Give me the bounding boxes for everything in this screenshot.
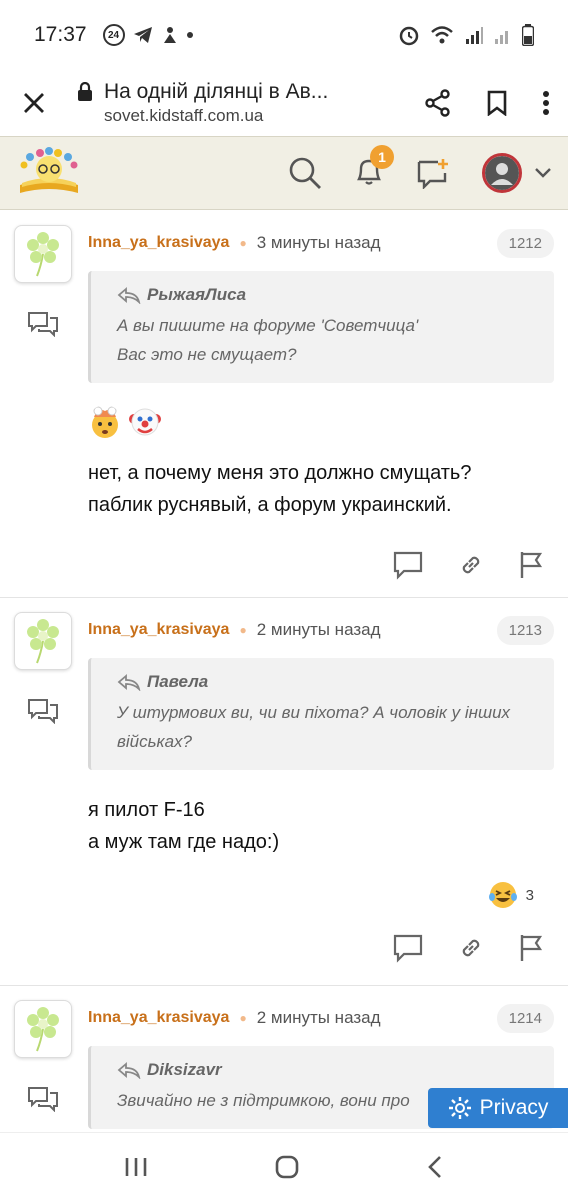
quote-block: Павела У штурмових ви, чи ви піхота? А ч… bbox=[88, 658, 554, 770]
gear-icon bbox=[448, 1097, 471, 1119]
post-time[interactable]: 3 минуты назад bbox=[257, 233, 381, 253]
notification-count-badge: 1 bbox=[370, 144, 394, 169]
status-time: 17:37 bbox=[34, 23, 87, 46]
quote-line: У штурмових ви, чи ви піхота? А чоловік … bbox=[117, 703, 511, 722]
post: Inna_ya_krasivaya ● 2 минуты назад 1213 … bbox=[0, 598, 568, 986]
post-line: паблик руснявый, а форум украинский. bbox=[88, 494, 452, 516]
post-line: я пилот F-16 bbox=[88, 799, 205, 821]
alarm-icon bbox=[399, 26, 419, 46]
app-icon bbox=[163, 27, 176, 43]
reply-icon[interactable] bbox=[392, 933, 424, 963]
flower-avatar-icon bbox=[27, 232, 59, 277]
badge-24-icon: 24 bbox=[102, 24, 125, 46]
post-time[interactable]: 2 минуты назад bbox=[257, 620, 381, 640]
flower-avatar-icon bbox=[27, 1007, 59, 1052]
conversation-icon[interactable] bbox=[27, 698, 59, 724]
browser-title-area[interactable]: На одній ділянці в Ав... sovet.kidstaff.… bbox=[76, 80, 404, 126]
home-icon[interactable] bbox=[274, 1154, 300, 1180]
post-number[interactable]: 1213 bbox=[496, 615, 554, 645]
close-tab-button[interactable] bbox=[18, 87, 50, 119]
quote-author-name: Павела bbox=[147, 672, 209, 691]
page-url: sovet.kidstaff.com.ua bbox=[104, 106, 264, 125]
user-icon bbox=[485, 156, 519, 190]
quote-author[interactable]: РыжаяЛиса bbox=[117, 285, 532, 305]
chevron-down-icon bbox=[535, 168, 551, 178]
wifi-icon bbox=[431, 26, 453, 44]
lock-icon bbox=[78, 82, 92, 101]
site-header: 1 bbox=[0, 136, 568, 210]
post-username[interactable]: Inna_ya_krasivaya bbox=[88, 1009, 229, 1027]
user-menu[interactable] bbox=[482, 153, 552, 193]
quote-block: РыжаяЛиса А вы пишите на форуме 'Советчи… bbox=[88, 271, 554, 383]
back-icon[interactable] bbox=[425, 1154, 445, 1180]
notifications-button[interactable]: 1 bbox=[354, 144, 394, 192]
post-number[interactable]: 1212 bbox=[496, 228, 554, 258]
quote-line: військах? bbox=[117, 732, 192, 751]
status-bar: 17:37 24 bbox=[0, 0, 568, 70]
reply-arrow-icon bbox=[117, 1062, 141, 1079]
close-icon bbox=[24, 93, 44, 113]
quote-line: Вас это не смущает? bbox=[117, 345, 297, 364]
battery-icon bbox=[522, 24, 534, 46]
link-icon[interactable] bbox=[458, 552, 484, 578]
recent-apps-icon[interactable] bbox=[123, 1156, 149, 1178]
reactions-summary[interactable]: 3 bbox=[88, 880, 554, 910]
post-time[interactable]: 2 минуты назад bbox=[257, 1008, 381, 1028]
reply-icon[interactable] bbox=[392, 550, 424, 580]
new-message-icon[interactable] bbox=[416, 157, 450, 189]
meta-separator: ● bbox=[239, 623, 247, 637]
quote-author[interactable]: Павела bbox=[117, 672, 532, 692]
browser-toolbar: На одній ділянці в Ав... sovet.kidstaff.… bbox=[0, 70, 568, 136]
more-menu-icon[interactable] bbox=[542, 90, 550, 116]
post-number[interactable]: 1214 bbox=[496, 1003, 554, 1033]
post-username[interactable]: Inna_ya_krasivaya bbox=[88, 234, 229, 252]
conversation-icon[interactable] bbox=[27, 1086, 59, 1112]
post-content: нет, а почему меня это должно смущать? п… bbox=[88, 457, 554, 521]
link-icon[interactable] bbox=[458, 935, 484, 961]
reply-arrow-icon bbox=[117, 674, 141, 691]
share-icon[interactable] bbox=[424, 89, 452, 117]
bookmark-icon[interactable] bbox=[486, 90, 508, 116]
report-flag-icon[interactable] bbox=[518, 550, 544, 580]
post-line: а муж там где надо:) bbox=[88, 831, 280, 853]
post-content: я пилот F-16 а муж там где надо:) bbox=[88, 794, 554, 858]
meta-separator: ● bbox=[239, 1011, 247, 1025]
telegram-icon bbox=[133, 27, 152, 43]
laughing-emoji-icon bbox=[488, 882, 517, 908]
signal-icon bbox=[466, 27, 483, 44]
site-logo[interactable] bbox=[16, 147, 82, 199]
post: Inna_ya_krasivaya ● 3 минуты назад 1212 … bbox=[0, 211, 568, 598]
meta-separator: ● bbox=[239, 236, 247, 250]
post-line: нет, а почему меня это должно смущать? bbox=[88, 462, 472, 484]
flower-avatar-icon bbox=[27, 619, 59, 664]
reply-arrow-icon bbox=[117, 287, 141, 304]
avatar bbox=[482, 153, 522, 193]
privacy-label: Privacy bbox=[479, 1096, 549, 1119]
conversation-icon[interactable] bbox=[27, 311, 59, 337]
quote-author[interactable]: Diksizavr bbox=[117, 1060, 532, 1080]
post-username[interactable]: Inna_ya_krasivaya bbox=[88, 621, 229, 639]
quote-author-name: Diksizavr bbox=[147, 1060, 222, 1079]
clown-emoji-icon bbox=[129, 408, 161, 436]
search-icon[interactable] bbox=[288, 156, 322, 190]
reaction-count: 3 bbox=[525, 886, 534, 904]
privacy-button[interactable]: Privacy bbox=[428, 1088, 568, 1128]
quote-line: А вы пишите на форуме 'Советчица' bbox=[117, 316, 419, 335]
post-avatar[interactable] bbox=[14, 225, 72, 283]
post-avatar[interactable] bbox=[14, 1000, 72, 1058]
post-avatar[interactable] bbox=[14, 612, 72, 670]
report-flag-icon[interactable] bbox=[518, 933, 544, 963]
exploding-head-emoji-icon bbox=[92, 406, 118, 438]
notification-dot-icon bbox=[186, 32, 193, 38]
page-title: На одній ділянці в Ав... bbox=[104, 80, 329, 103]
system-nav-bar bbox=[0, 1132, 568, 1200]
logo-book-icon bbox=[20, 147, 78, 193]
signal-2-icon bbox=[495, 31, 508, 44]
quote-author-name: РыжаяЛиса bbox=[147, 285, 247, 304]
posts-list: Inna_ya_krasivaya ● 3 минуты назад 1212 … bbox=[0, 211, 568, 1146]
